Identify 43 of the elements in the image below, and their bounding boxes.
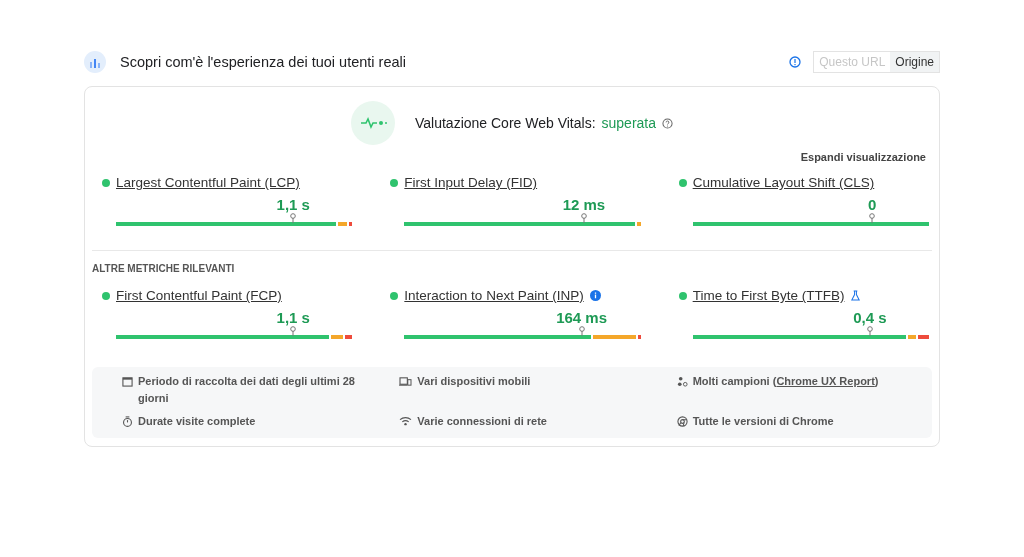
help-icon[interactable] [662,117,673,129]
metric-value: 164 ms [556,309,607,326]
toggle-tab[interactable]: Origine [890,52,939,72]
calendar-icon [122,376,133,387]
status-dot-icon [390,178,399,187]
metric-value: 1,1 s [276,309,310,326]
footer-text: Varie connessioni di rete [417,414,547,429]
section-title: Scopri com'è l'esperienza dei tuoi utenti reali [120,54,407,70]
status-dot-icon [390,291,399,300]
flask-icon [850,290,862,301]
dots-icon [676,376,688,387]
metric-link[interactable]: First Input Delay (FID) [404,175,538,190]
footer-text: Durate visite complete [138,414,256,429]
info-icon[interactable] [789,56,802,68]
metric-link[interactable]: First Contentful Paint (FCP) [116,288,282,303]
metric-value: 1,1 s [276,196,310,213]
footer-text: Periodo di raccolta dei dati degli ultimi 28 giorni [138,374,356,406]
metric-link[interactable]: Interaction to Next Paint (INP) [404,288,584,303]
assessment-label: Valutazione Core Web Vitals: [415,115,596,131]
status-dot-icon [678,178,687,187]
metric-link[interactable]: Cumulative Layout Shift (CLS) [692,175,875,190]
report-link[interactable]: Chrome UX Report [776,375,875,387]
status-dot-icon [678,291,687,300]
metric-value: 0,4 s [853,309,887,326]
info-icon[interactable] [589,290,601,301]
expand-link[interactable]: Espandi visualizzazione [800,151,926,163]
section-heading: ALTRE METRICHE RILEVANTI [92,263,236,274]
footer-text: Molti campioni (Chrome UX Report) [692,374,879,389]
chart-icon [84,51,106,73]
footer-text: Vari dispositivi mobili [417,374,531,389]
pulse-icon [351,101,395,145]
footer-text: Tutte le versioni di Chrome [692,414,834,429]
metric-value: 0 [868,196,877,213]
assessment-result: superata [601,115,656,131]
metric-value: 12 ms [562,196,606,213]
status-dot-icon [102,178,110,187]
metric-link[interactable]: Time to First Byte (TTFB) [692,288,845,303]
status-dot-icon [102,291,110,300]
wifi-icon [399,416,413,426]
devices-icon [399,376,413,387]
metric-link[interactable]: Largest Contentful Paint (LCP) [116,175,300,190]
timer-icon [122,416,133,427]
browser-logo-icon [676,416,688,427]
